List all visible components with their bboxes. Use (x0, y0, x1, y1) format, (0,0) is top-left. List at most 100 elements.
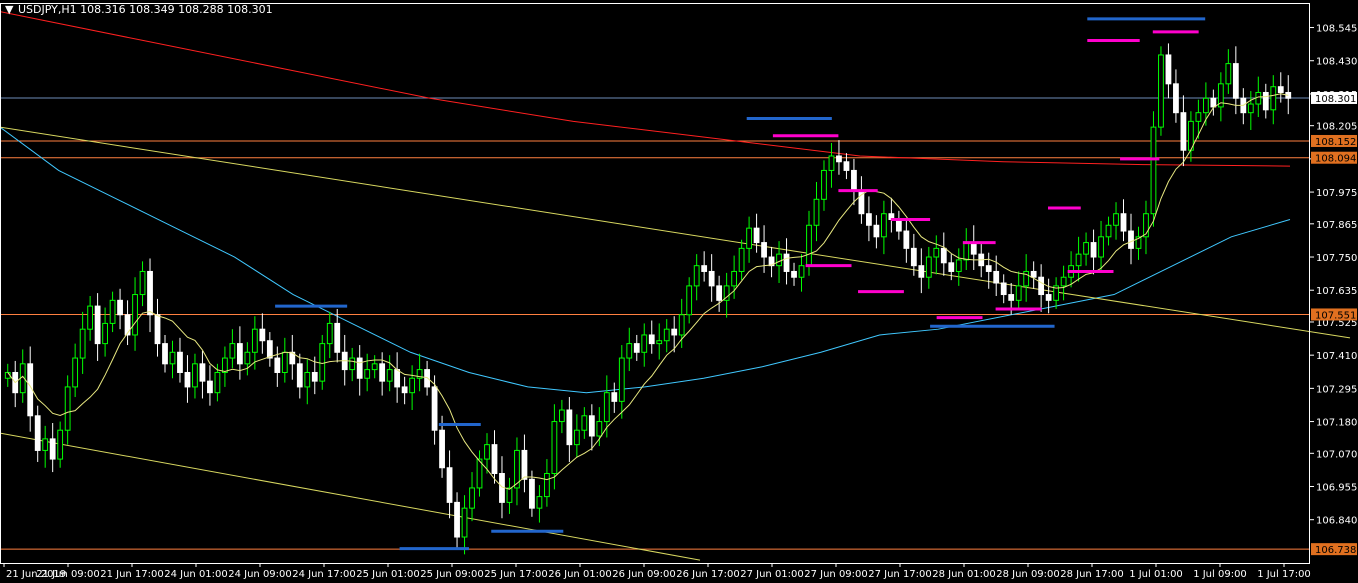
candle-bear (1173, 83, 1179, 114)
y-tick-label: 108.430 (1316, 57, 1357, 68)
candle-bear (1038, 276, 1045, 296)
candle-bull (558, 409, 565, 423)
candle-bear (394, 369, 401, 388)
candle-bear (1210, 97, 1217, 108)
candle-bull (806, 224, 812, 267)
candle-bear (94, 305, 101, 345)
y-tick-label: 107.070 (1316, 449, 1357, 460)
plot-area[interactable] (0, 11, 1351, 561)
candle-bull (1113, 213, 1119, 226)
candle-bull (229, 343, 236, 359)
candle-bull (319, 343, 326, 382)
candle-bear (851, 169, 857, 192)
chart-window[interactable]: 108.545108.430108.315108.205108.090107.9… (0, 0, 1358, 583)
y-tick-label: 107.865 (1316, 220, 1357, 231)
price-badge-label: 108.152 (1315, 137, 1356, 148)
candle-bull (738, 247, 745, 272)
x-tick-label: 25 Jun 09:00 (420, 569, 484, 580)
x-tick-label: 1 Jul 09:00 (1193, 569, 1247, 580)
y-tick-label: 108.205 (1316, 122, 1357, 133)
candle-bear (356, 357, 363, 379)
candle-bear (1180, 112, 1187, 151)
candle-bull (102, 322, 108, 345)
candle-bear (154, 314, 161, 345)
candle-bear (1277, 86, 1284, 93)
candle-bear (903, 230, 910, 249)
candle-bear (843, 161, 850, 171)
candle-bear (34, 415, 41, 451)
candle-bull (656, 340, 663, 345)
price-chart[interactable]: 108.545108.430108.315108.205108.090107.9… (0, 0, 1358, 583)
candle-bear (1008, 294, 1015, 301)
candle-bull (109, 299, 116, 324)
candle-bull (1060, 276, 1067, 287)
candle-bear (334, 322, 341, 353)
x-tick-label: 24 Jun 17:00 (292, 569, 356, 580)
candle-bull (251, 328, 258, 353)
candle-bull (776, 253, 782, 267)
candle-bull (484, 444, 490, 460)
candle-bull (536, 496, 543, 509)
candle-bear (491, 444, 498, 475)
candle-bear (866, 213, 872, 226)
y-tick-label: 107.975 (1316, 188, 1357, 199)
price-badge-label: 108.094 (1315, 154, 1356, 165)
x-tick-label: 28 Jun 01:00 (932, 569, 996, 580)
candle-bull (87, 305, 94, 330)
candle-bull (364, 369, 371, 379)
candle-bear (266, 340, 273, 359)
candle-bear (439, 429, 445, 469)
triangle-down-icon[interactable]: ▼ (5, 3, 14, 16)
candle-bear (296, 363, 303, 388)
candle-bear (311, 371, 318, 382)
candle-bear (895, 218, 902, 232)
candle-bull (551, 421, 558, 475)
candle-bull (409, 377, 416, 394)
x-tick-label: 25 Jun 01:00 (356, 569, 420, 580)
candle-bear (274, 357, 281, 373)
candle-bear (1262, 91, 1269, 111)
candle-bear (49, 438, 56, 460)
candle-bear (529, 478, 535, 509)
y-tick-label: 107.180 (1316, 418, 1357, 429)
candle-bear (1090, 242, 1097, 258)
candle-bull (693, 265, 700, 287)
x-tick-label: 27 Jun 09:00 (804, 569, 868, 580)
candle-bull (573, 429, 580, 446)
candle-bear (753, 227, 760, 244)
x-tick-label: 28 Jun 09:00 (996, 569, 1060, 580)
candle-bull (1255, 91, 1262, 105)
candle-bull (544, 473, 550, 498)
candle-bear (1232, 63, 1239, 99)
candle-bear (611, 392, 618, 402)
candle-bear (1120, 213, 1127, 232)
candle-bull (618, 357, 625, 402)
candle-bear (910, 247, 917, 267)
candle-bull (281, 351, 288, 373)
axes: 108.545108.430108.315108.205108.090107.9… (0, 3, 1357, 580)
ma-fast-line (7, 93, 1289, 490)
candle-bull (57, 429, 64, 460)
x-tick-label: 27 Jun 17:00 (868, 569, 932, 580)
trend-line-lower (0, 432, 701, 561)
ma-long-line (0, 11, 1291, 167)
price-badge-label: 107.551 (1315, 310, 1356, 321)
y-tick-label: 107.750 (1316, 253, 1357, 264)
x-tick-label: 26 Jun 09:00 (612, 569, 676, 580)
candle-bear (236, 343, 243, 365)
x-tick-label: 24 Jun 01:00 (164, 569, 228, 580)
candle-bull (686, 285, 693, 316)
candle-bull (880, 213, 887, 238)
candle-bull (349, 357, 356, 371)
candle-bear (259, 328, 266, 342)
candle-bear (454, 501, 460, 538)
candle-bear (184, 371, 191, 388)
candle-bear (124, 314, 131, 336)
candle-bull (1247, 103, 1254, 114)
candle-bear (1030, 270, 1037, 278)
candle-bull (963, 242, 970, 261)
candle-bear (1128, 230, 1134, 249)
candle-bear (117, 299, 123, 316)
x-tick-label: 26 Jun 01:00 (548, 569, 612, 580)
y-tick-label: 108.545 (1316, 24, 1357, 35)
